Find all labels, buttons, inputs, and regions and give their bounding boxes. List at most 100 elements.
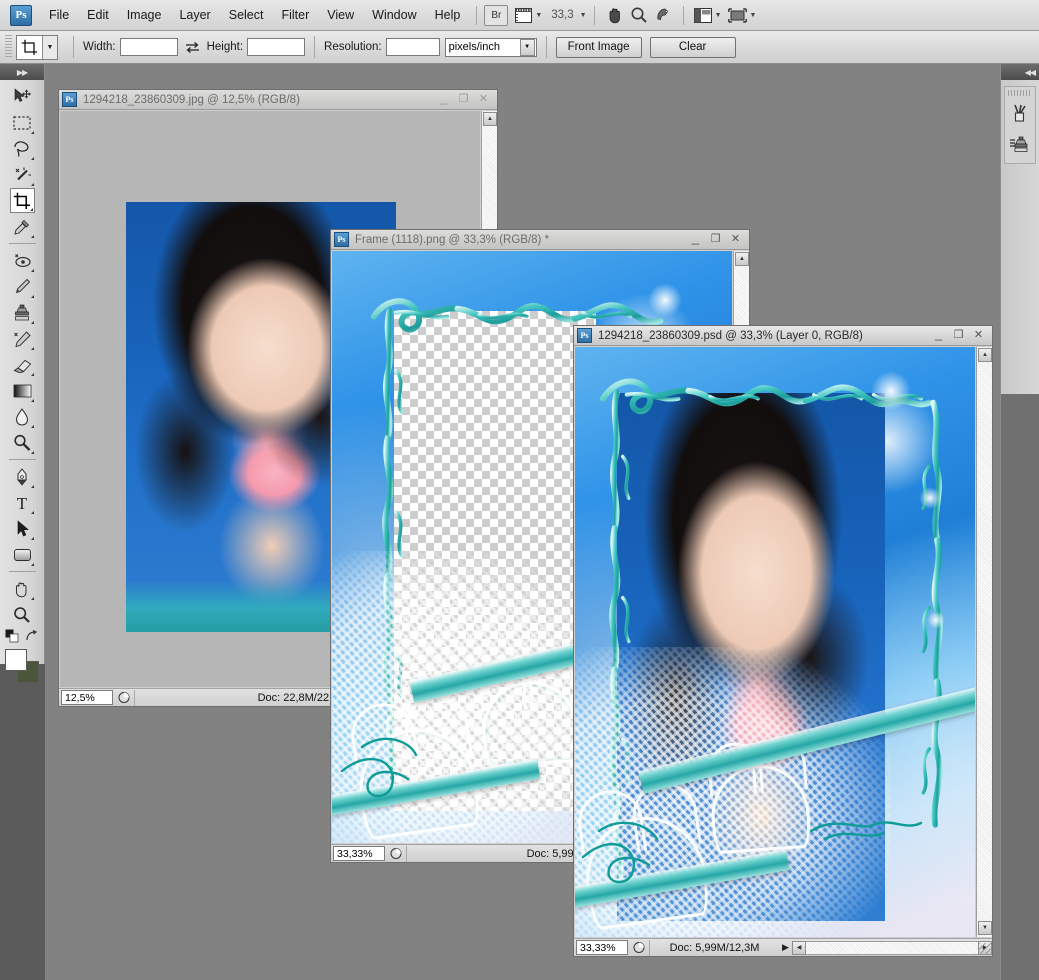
chevron-down-icon[interactable]: ▼ bbox=[519, 38, 535, 56]
menu-view[interactable]: View bbox=[318, 5, 363, 25]
tool-menu-triangle-icon[interactable] bbox=[30, 295, 34, 298]
resolution-unit-select[interactable]: pixels/inch ▼ bbox=[444, 37, 537, 57]
panel-group-grip[interactable] bbox=[1008, 90, 1032, 96]
tool-menu-triangle-icon[interactable] bbox=[30, 425, 34, 428]
history-brush-tool[interactable] bbox=[10, 326, 35, 351]
panel-dock-expand-button[interactable]: ◀◀ bbox=[1001, 64, 1039, 80]
tool-menu-triangle-icon[interactable] bbox=[30, 373, 34, 376]
blur-tool[interactable] bbox=[10, 404, 35, 429]
height-input[interactable] bbox=[247, 38, 306, 56]
swap-colors-icon[interactable] bbox=[25, 629, 39, 643]
lasso-tool[interactable] bbox=[10, 136, 35, 161]
clone-source-panel-icon[interactable] bbox=[1005, 131, 1035, 161]
tool-menu-triangle-icon[interactable] bbox=[30, 131, 34, 134]
tool-menu-triangle-icon[interactable] bbox=[30, 183, 34, 186]
scroll-up-button[interactable]: ▲ bbox=[735, 252, 749, 266]
resolution-input[interactable] bbox=[385, 38, 440, 56]
horizontal-scroll-track[interactable] bbox=[806, 940, 978, 955]
close-button[interactable]: ✕ bbox=[730, 234, 741, 245]
front-image-button[interactable]: Front Image bbox=[555, 36, 642, 58]
view-extras-caret-icon[interactable]: ▼ bbox=[535, 12, 542, 19]
close-button[interactable]: ✕ bbox=[973, 330, 984, 341]
menu-layer[interactable]: Layer bbox=[170, 5, 219, 25]
tool-menu-triangle-icon[interactable] bbox=[30, 347, 34, 350]
arrange-documents-caret-icon[interactable]: ▼ bbox=[750, 12, 757, 19]
tool-menu-triangle-icon[interactable] bbox=[29, 208, 33, 211]
tool-menu-triangle-icon[interactable] bbox=[30, 399, 34, 402]
menu-window[interactable]: Window bbox=[363, 5, 425, 25]
document-window-psd[interactable]: Ps 1294218_23860309.psd @ 33,3% (Layer 0… bbox=[573, 325, 993, 957]
close-button[interactable]: ✕ bbox=[478, 94, 489, 105]
path-selection-tool[interactable] bbox=[10, 516, 35, 541]
rectangular-marquee-tool[interactable] bbox=[10, 110, 35, 135]
tool-preset-caret-icon[interactable]: ▼ bbox=[42, 35, 57, 59]
screen-mode-caret-icon[interactable]: ▼ bbox=[715, 12, 722, 19]
minimize-button[interactable]: _ bbox=[438, 91, 449, 104]
zoom-level-caret-icon[interactable]: ▼ bbox=[580, 12, 587, 19]
document-info-icon[interactable] bbox=[630, 939, 650, 956]
rectangle-tool[interactable] bbox=[10, 542, 35, 567]
eraser-tool[interactable] bbox=[10, 352, 35, 377]
maximize-button[interactable]: ❐ bbox=[953, 330, 964, 341]
window-titlebar[interactable]: Ps 1294218_23860309.jpg @ 12,5% (RGB/8) … bbox=[59, 90, 497, 110]
minimize-button[interactable]: _ bbox=[690, 231, 701, 244]
maximize-button[interactable]: ❐ bbox=[710, 234, 721, 245]
crop-tool[interactable] bbox=[9, 188, 35, 213]
scroll-up-button[interactable]: ▲ bbox=[978, 348, 992, 362]
screen-mode-icon[interactable]: ▼ bbox=[691, 4, 725, 26]
dodge-tool[interactable] bbox=[10, 430, 35, 455]
tool-menu-triangle-icon[interactable] bbox=[30, 597, 34, 600]
tool-menu-triangle-icon[interactable] bbox=[30, 235, 34, 238]
document-info-icon[interactable] bbox=[115, 689, 135, 706]
window-resize-grip[interactable] bbox=[979, 943, 991, 955]
tool-menu-triangle-icon[interactable] bbox=[30, 485, 34, 488]
gradient-tool[interactable] bbox=[10, 378, 35, 403]
window-titlebar[interactable]: Ps Frame (1118).png @ 33,3% (RGB/8) * _ … bbox=[331, 230, 749, 250]
horizontal-scrollbar[interactable]: ◀ ▶ bbox=[792, 940, 992, 956]
maximize-button[interactable]: ❐ bbox=[458, 94, 469, 105]
options-bar-grip[interactable] bbox=[5, 35, 12, 59]
zoom-field[interactable]: 33,33% bbox=[576, 940, 628, 955]
view-extras-icon[interactable]: ▼ bbox=[512, 4, 545, 26]
launch-bridge-button[interactable]: Br bbox=[484, 4, 509, 26]
tool-menu-triangle-icon[interactable] bbox=[30, 537, 34, 540]
vertical-scrollbar[interactable]: ▲ ▼ bbox=[976, 347, 992, 937]
eyedropper-tool[interactable] bbox=[10, 214, 35, 239]
tools-panel-collapse-button[interactable]: ▶▶ bbox=[0, 64, 44, 80]
tool-preset-picker[interactable]: ▼ bbox=[16, 34, 58, 60]
tool-menu-triangle-icon[interactable] bbox=[30, 269, 34, 272]
move-tool[interactable] bbox=[10, 84, 35, 109]
rotate-view-tool-icon[interactable] bbox=[651, 4, 676, 26]
pen-tool[interactable] bbox=[10, 464, 35, 489]
menu-file[interactable]: File bbox=[40, 5, 78, 25]
status-menu-arrow-icon[interactable]: ▶ bbox=[779, 942, 792, 953]
menu-image[interactable]: Image bbox=[118, 5, 171, 25]
foreground-color-swatch[interactable] bbox=[5, 649, 27, 671]
default-colors-icon[interactable] bbox=[5, 629, 19, 643]
menu-edit[interactable]: Edit bbox=[78, 5, 118, 25]
zoom-tool[interactable] bbox=[10, 602, 35, 627]
minimize-button[interactable]: _ bbox=[933, 327, 944, 340]
spot-healing-brush-tool[interactable] bbox=[10, 248, 35, 273]
brush-tool[interactable] bbox=[10, 274, 35, 299]
zoom-field[interactable]: 12,5% bbox=[61, 690, 113, 705]
tool-menu-triangle-icon[interactable] bbox=[30, 511, 34, 514]
color-swatches[interactable] bbox=[5, 649, 39, 683]
arrange-documents-icon[interactable]: ▼ bbox=[725, 4, 760, 26]
hand-tool-icon[interactable] bbox=[602, 4, 627, 26]
hand-tool[interactable] bbox=[10, 576, 35, 601]
swap-width-height-icon[interactable] bbox=[185, 41, 200, 54]
brush-panel-icon[interactable] bbox=[1005, 99, 1035, 129]
tool-menu-triangle-icon[interactable] bbox=[30, 451, 34, 454]
window-titlebar[interactable]: Ps 1294218_23860309.psd @ 33,3% (Layer 0… bbox=[574, 326, 992, 346]
scroll-up-button[interactable]: ▲ bbox=[483, 112, 497, 126]
scroll-left-button[interactable]: ◀ bbox=[792, 940, 806, 955]
magic-wand-tool[interactable] bbox=[10, 162, 35, 187]
horizontal-type-tool[interactable]: T bbox=[10, 490, 35, 515]
clone-stamp-tool[interactable] bbox=[10, 300, 35, 325]
clear-button[interactable]: Clear bbox=[649, 36, 736, 58]
tool-menu-triangle-icon[interactable] bbox=[30, 563, 34, 566]
zoom-tool-icon[interactable] bbox=[627, 4, 651, 26]
menu-select[interactable]: Select bbox=[220, 5, 273, 25]
menu-filter[interactable]: Filter bbox=[272, 5, 318, 25]
